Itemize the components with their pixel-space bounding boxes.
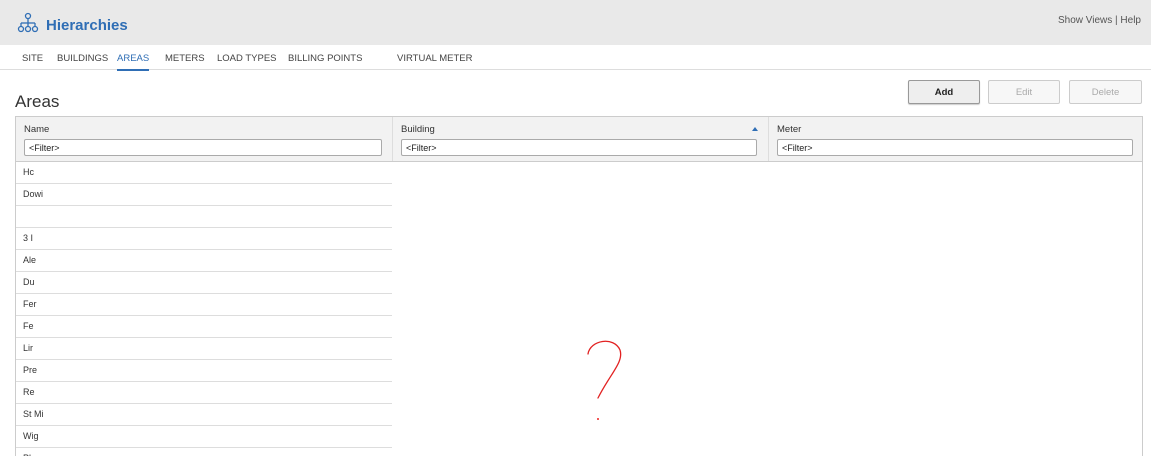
table-row[interactable]: Plen <box>16 448 392 456</box>
table-row[interactable]: Re <box>16 382 392 404</box>
tab-billing-points[interactable]: BILLING POINTS <box>288 53 362 64</box>
tab-site[interactable]: SITE <box>22 53 43 64</box>
tab-load-types[interactable]: LOAD TYPES <box>217 53 277 64</box>
table-row[interactable]: Fe <box>16 316 392 338</box>
column-building: Building <box>392 117 768 161</box>
column-name-title[interactable]: Name <box>24 124 49 135</box>
name-filter-input[interactable] <box>24 139 382 156</box>
tab-bar: SITE BUILDINGS AREAS METERS LOAD TYPES B… <box>0 45 1151 71</box>
top-bar: Hierarchies Show Views | Help <box>0 0 1151 45</box>
tab-buildings[interactable]: BUILDINGS <box>57 53 108 64</box>
help-link[interactable]: Help <box>1120 15 1141 26</box>
column-meter: Meter <box>768 117 1142 161</box>
show-views-link[interactable]: Show Views <box>1058 15 1112 26</box>
table-row[interactable]: Hc <box>16 162 392 184</box>
building-filter-input[interactable] <box>401 139 757 156</box>
hierarchy-icon <box>17 12 39 33</box>
table-row[interactable]: 3 I <box>16 228 392 250</box>
grid-header: Name Building Meter <box>16 117 1142 162</box>
table-row[interactable]: Du <box>16 272 392 294</box>
column-name: Name <box>16 117 392 161</box>
tab-virtual-meter[interactable]: VIRTUAL METER <box>397 53 473 64</box>
column-building-title[interactable]: Building <box>401 124 435 135</box>
meter-filter-input[interactable] <box>777 139 1133 156</box>
question-mark-annotation <box>587 340 622 399</box>
table-row[interactable]: St Mi <box>16 404 392 426</box>
tab-meters[interactable]: METERS <box>165 53 205 64</box>
table-row[interactable]: Pre <box>16 360 392 382</box>
page-title: Areas <box>15 92 60 111</box>
areas-grid: Name Building Meter HcDowi 3 IAleDuFerFeL… <box>15 116 1143 456</box>
tab-areas[interactable]: AREAS <box>117 53 150 71</box>
column-meter-title[interactable]: Meter <box>777 124 801 135</box>
table-row[interactable] <box>16 206 392 228</box>
add-button[interactable]: Add <box>908 80 980 104</box>
delete-button[interactable]: Delete <box>1069 80 1142 104</box>
table-row[interactable]: Dowi <box>16 184 392 206</box>
table-row[interactable]: Ale <box>16 250 392 272</box>
sort-ascending-icon[interactable] <box>752 127 758 131</box>
annotation-dot <box>597 418 599 420</box>
table-row[interactable]: Fer <box>16 294 392 316</box>
top-links: Show Views | Help <box>1058 15 1141 26</box>
table-row[interactable]: Wig <box>16 426 392 448</box>
edit-button[interactable]: Edit <box>988 80 1060 104</box>
grid-rows: HcDowi 3 IAleDuFerFeLirPreReSt MiWigPlen <box>16 162 392 456</box>
app-title: Hierarchies <box>46 17 128 34</box>
table-row[interactable]: Lir <box>16 338 392 360</box>
